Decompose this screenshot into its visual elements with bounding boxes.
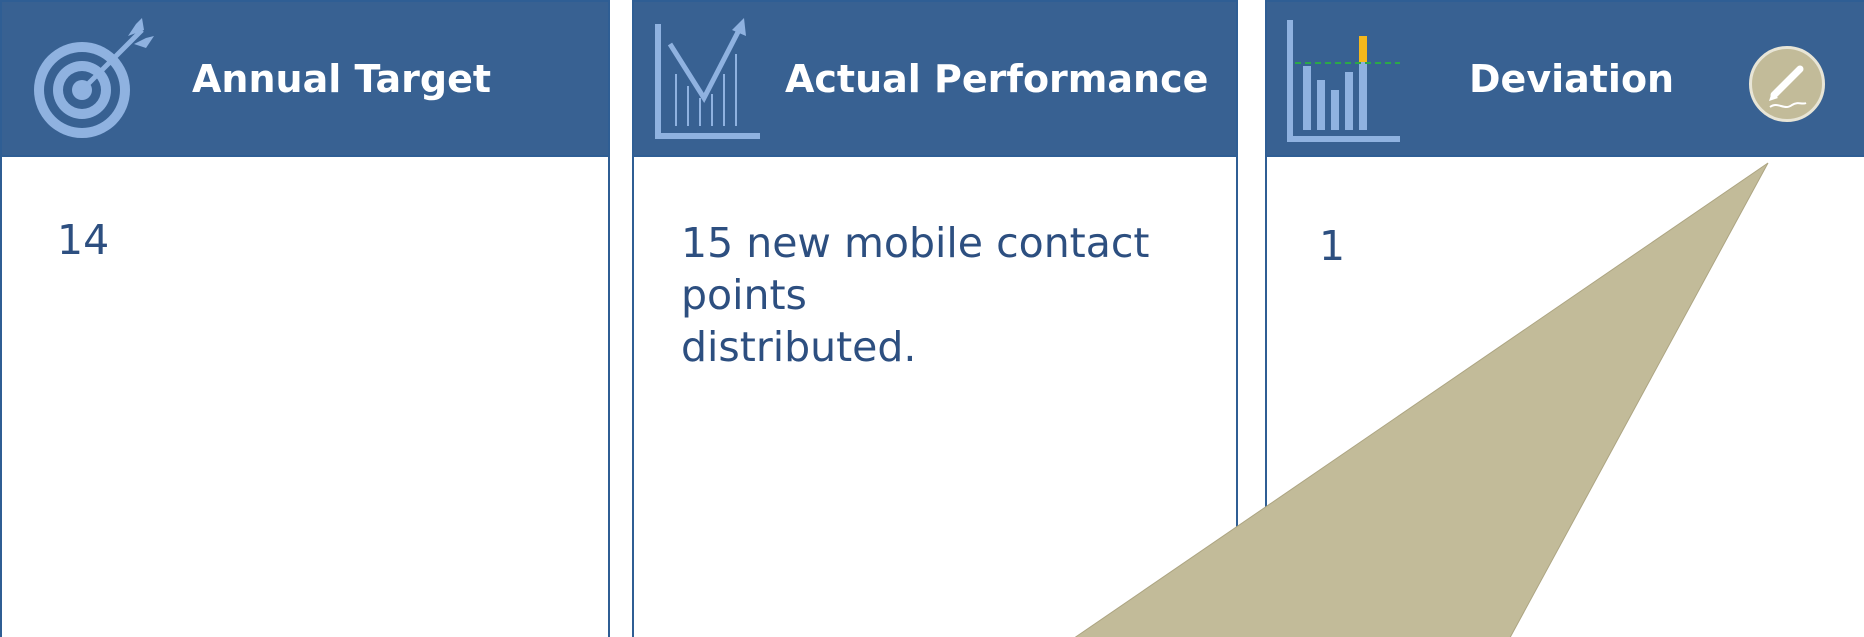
edit-button[interactable] — [1749, 46, 1825, 122]
deviation-header: Deviation — [1267, 2, 1864, 157]
actual-performance-header: Actual Performance — [634, 2, 1236, 157]
bar-chart-icon — [1285, 16, 1405, 150]
annual-target-header: Annual Target — [2, 2, 608, 157]
actual-performance-line-3: distributed. — [681, 323, 917, 371]
annual-target-title: Annual Target — [192, 56, 492, 101]
actual-performance-line-2: points — [681, 271, 807, 319]
line-chart-icon — [652, 14, 762, 148]
dashboard: Annual Target 14 Actual Performance 15 n… — [0, 0, 1864, 637]
actual-performance-title: Actual Performance — [785, 56, 1209, 101]
deviation-card: Deviation 1 — [1265, 0, 1864, 637]
pen-icon — [1769, 65, 1807, 108]
actual-performance-line-1: 15 new mobile contact — [681, 219, 1150, 267]
actual-performance-card: Actual Performance 15 new mobile contact… — [632, 0, 1238, 637]
annual-target-card: Annual Target 14 — [0, 0, 610, 637]
annual-target-value: 14 — [57, 216, 110, 264]
target-icon — [24, 14, 159, 148]
actual-performance-value: 15 new mobile contact points distributed… — [681, 217, 1150, 373]
deviation-value: 1 — [1319, 222, 1346, 270]
deviation-title: Deviation — [1469, 56, 1675, 101]
